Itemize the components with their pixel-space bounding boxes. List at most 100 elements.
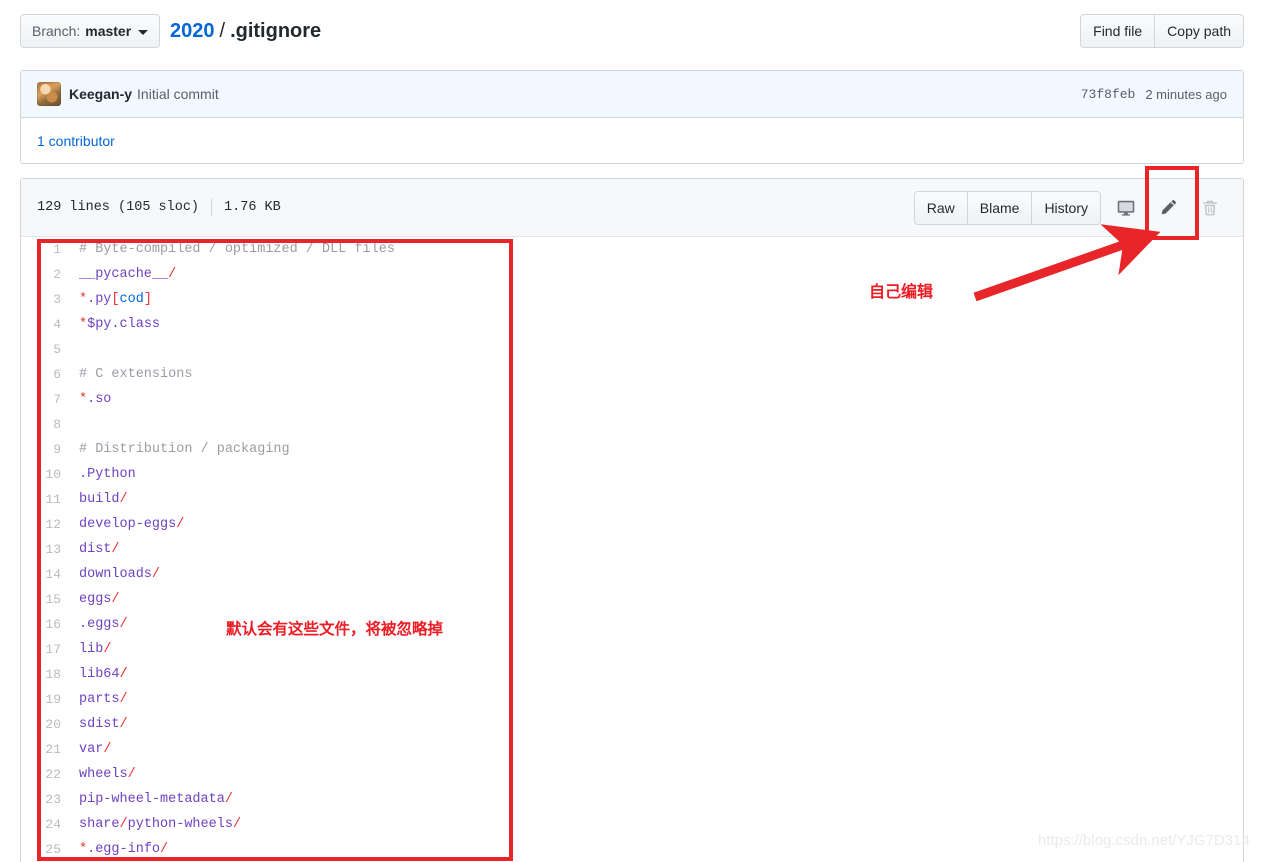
code-token: * — [79, 842, 88, 857]
code-line: 24 share/python-wheels/ — [21, 812, 1243, 837]
code-line-number[interactable]: 8 — [21, 412, 71, 437]
code-line-number[interactable]: 18 — [21, 662, 71, 687]
code-token: / — [119, 817, 128, 832]
code-token: pip-wheel-metadata — [79, 792, 225, 807]
code-line-number[interactable]: 11 — [21, 487, 71, 512]
pencil-edit-icon[interactable] — [1151, 191, 1185, 225]
code-line: 17 lib/ — [21, 637, 1243, 662]
code-token: .so — [87, 392, 112, 407]
commit-message[interactable]: Initial commit — [137, 86, 219, 102]
code-line-number[interactable]: 6 — [21, 362, 71, 387]
code-viewer[interactable]: 1 # Byte-compiled / optimized / DLL files… — [21, 237, 1243, 862]
code-line-number[interactable]: 23 — [21, 787, 71, 812]
code-token: / — [119, 667, 128, 682]
code-line-number[interactable]: 24 — [21, 812, 71, 837]
commit-row: Keegan-y Initial commit 73f8feb 2 minute… — [21, 71, 1243, 118]
code-line: 13 dist/ — [21, 537, 1243, 562]
code-line-content: # Distribution / packaging — [71, 437, 290, 462]
branch-selector-button[interactable]: Branch: master — [20, 14, 161, 48]
branch-value: master — [85, 23, 132, 39]
code-token: ] — [143, 292, 152, 307]
code-line-number[interactable]: 25 — [21, 837, 71, 862]
code-line-number[interactable]: 1 — [21, 237, 71, 262]
code-line-content: sdist/ — [71, 712, 128, 737]
breadcrumb-filename: .gitignore — [230, 19, 322, 42]
code-line-content: __pycache__/ — [71, 262, 176, 287]
code-line-content: var/ — [71, 737, 111, 762]
file-info-divider — [211, 199, 213, 216]
copy-path-button[interactable]: Copy path — [1155, 14, 1244, 48]
latest-commit-box: Keegan-y Initial commit 73f8feb 2 minute… — [20, 70, 1244, 164]
code-line-number[interactable]: 9 — [21, 437, 71, 462]
code-line-content: *.so — [71, 387, 111, 412]
code-line-number[interactable]: 20 — [21, 712, 71, 737]
code-line-number[interactable]: 7 — [21, 387, 71, 412]
code-token: .egg-info — [87, 842, 161, 857]
code-token: / — [127, 767, 136, 782]
code-line-content: wheels/ — [71, 762, 136, 787]
code-line-number[interactable]: 14 — [21, 562, 71, 587]
code-line-number[interactable]: 22 — [21, 762, 71, 787]
code-line-number[interactable]: 4 — [21, 312, 71, 337]
blame-button[interactable]: Blame — [967, 190, 1033, 225]
chevron-down-icon — [138, 29, 149, 35]
code-token: * — [79, 392, 88, 407]
code-line-content: lib/ — [71, 637, 111, 662]
code-line-content: .Python — [71, 462, 136, 487]
code-line-number[interactable]: 17 — [21, 637, 71, 662]
commit-meta: 73f8feb 2 minutes ago — [1081, 71, 1227, 117]
code-token: / — [160, 842, 169, 857]
code-line-number[interactable]: 19 — [21, 687, 71, 712]
code-token: __pycache__ — [79, 267, 169, 282]
code-line-content: share/python-wheels/ — [71, 812, 241, 837]
history-button[interactable]: History — [1032, 190, 1101, 225]
code-line: 25 *.egg-info/ — [21, 837, 1243, 862]
code-line-number[interactable]: 21 — [21, 737, 71, 762]
code-token: / — [111, 592, 120, 607]
code-token: sdist — [79, 717, 120, 732]
find-file-button[interactable]: Find file — [1080, 14, 1156, 48]
code-token: / — [103, 642, 112, 657]
code-line-number[interactable]: 3 — [21, 287, 71, 312]
code-line: 3 *.py[cod] — [21, 287, 1243, 312]
code-line-number[interactable]: 5 — [21, 337, 71, 362]
file-actions: Raw Blame History — [913, 179, 1227, 236]
breadcrumb-repo-link[interactable]: 2020 — [170, 20, 215, 43]
code-line-content: downloads/ — [71, 562, 160, 587]
code-line-number[interactable]: 12 — [21, 512, 71, 537]
code-line-content: develop-eggs/ — [71, 512, 184, 537]
code-line: 12 develop-eggs/ — [21, 512, 1243, 537]
code-line: 23 pip-wheel-metadata/ — [21, 787, 1243, 812]
code-line: 22 wheels/ — [21, 762, 1243, 787]
code-line-content: pip-wheel-metadata/ — [71, 787, 233, 812]
code-token: build — [79, 492, 120, 507]
code-line-number[interactable]: 10 — [21, 462, 71, 487]
file-info: 129 lines (105 sloc) 1.76 KB — [37, 199, 281, 216]
code-token: / — [232, 817, 242, 832]
code-line-number[interactable]: 15 — [21, 587, 71, 612]
code-token: / — [224, 792, 233, 807]
code-line: 7 *.so — [21, 387, 1243, 412]
desktop-icon[interactable] — [1109, 191, 1143, 225]
raw-button[interactable]: Raw — [913, 190, 968, 225]
code-line: 2 __pycache__/ — [21, 262, 1243, 287]
code-line: 1 # Byte-compiled / optimized / DLL files — [21, 237, 1243, 262]
contributors-link[interactable]: 1 contributor — [37, 133, 115, 149]
code-line-content: eggs/ — [71, 587, 120, 612]
code-token: $py.class — [87, 317, 161, 332]
code-line-number[interactable]: 16 — [21, 612, 71, 637]
branch-label: Branch: — [32, 23, 81, 39]
commit-author-link[interactable]: Keegan-y — [69, 86, 132, 102]
code-line-content — [71, 412, 87, 437]
code-line: 9 # Distribution / packaging — [21, 437, 1243, 462]
code-line-content: # C extensions — [71, 362, 192, 387]
code-token: dist — [79, 542, 112, 557]
code-line: 8 — [21, 412, 1243, 437]
file-lines-info: 129 lines (105 sloc) — [37, 200, 200, 215]
code-line-number[interactable]: 2 — [21, 262, 71, 287]
commit-sha-link[interactable]: 73f8feb — [1081, 87, 1136, 102]
code-line-number[interactable]: 13 — [21, 537, 71, 562]
code-token: develop-eggs — [79, 517, 177, 532]
code-token: * — [79, 317, 88, 332]
trash-delete-icon[interactable] — [1193, 191, 1227, 225]
